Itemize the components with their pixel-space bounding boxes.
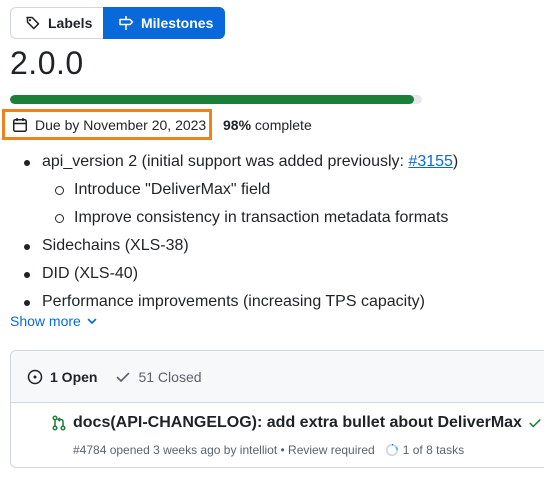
issue-title: docs(API-CHANGELOG): add extra bullet ab…	[73, 414, 522, 431]
milestone-title: 2.0.0	[10, 45, 84, 81]
tag-icon	[26, 16, 40, 30]
chevron-down-icon	[87, 318, 97, 324]
completion-percent: 98%	[223, 117, 252, 133]
list-item: DID (XLS-40)	[10, 262, 544, 290]
list-item-text: )	[452, 153, 459, 170]
issue-meta: #4784 opened 3 weeks ago by intelliot • …	[73, 443, 464, 457]
task-count: 1 of 8 tasks	[402, 443, 465, 457]
issue-meta-text: #4784 opened 3 weeks ago by intelliot • …	[73, 443, 375, 457]
check-icon	[529, 419, 541, 428]
milestone-icon	[119, 16, 134, 30]
due-date-text: Due by November 20, 2023	[35, 116, 207, 133]
labels-tab-label: Labels	[48, 15, 93, 31]
milestones-tab-label: Milestones	[141, 15, 214, 31]
show-more-label: Show more	[10, 313, 81, 329]
show-more-button[interactable]: Show more	[10, 313, 98, 329]
progress-fill	[10, 95, 414, 104]
pull-request-icon	[52, 415, 66, 431]
milestone-progress-bar	[10, 95, 422, 104]
issue-title-link[interactable]: docs(API-CHANGELOG): add extra bullet ab…	[73, 414, 542, 432]
closed-count: 51 Closed	[138, 368, 202, 385]
due-date: Due by November 20, 2023	[2, 109, 212, 140]
list-item: api_version 2 (initial support was added…	[10, 150, 544, 178]
check-icon	[117, 372, 130, 382]
sub-list-item: Introduce "DeliverMax" field	[10, 178, 544, 206]
list-item-text: api_version 2 (initial support was added…	[42, 153, 409, 170]
milestones-tab[interactable]: Milestones	[103, 7, 225, 39]
milestone-description: api_version 2 (initial support was added…	[10, 150, 544, 318]
sub-list-item: Improve consistency in transaction metad…	[10, 206, 544, 234]
issue-row: docs(API-CHANGELOG): add extra bullet ab…	[11, 403, 544, 467]
open-count: 1 Open	[50, 368, 98, 385]
closed-filter[interactable]: 51 Closed	[115, 368, 202, 385]
open-filter[interactable]: 1 Open	[27, 369, 97, 385]
list-item: Sidechains (XLS-38)	[10, 234, 544, 262]
labels-tab[interactable]: Labels	[10, 7, 103, 39]
issue-link[interactable]: #3155	[408, 153, 453, 170]
issues-header: 1 Open 51 Closed	[11, 351, 544, 403]
issue-open-icon	[27, 369, 43, 384]
label-milestone-toggle: Labels Milestones	[10, 7, 225, 39]
completion-label: complete	[254, 117, 312, 133]
completion-status: 98% complete	[223, 117, 312, 133]
calendar-icon	[13, 117, 27, 132]
progress-ring-icon	[385, 443, 398, 457]
issues-list: 1 Open 51 Closed docs(API-CHANGELOG): ad…	[10, 350, 544, 468]
